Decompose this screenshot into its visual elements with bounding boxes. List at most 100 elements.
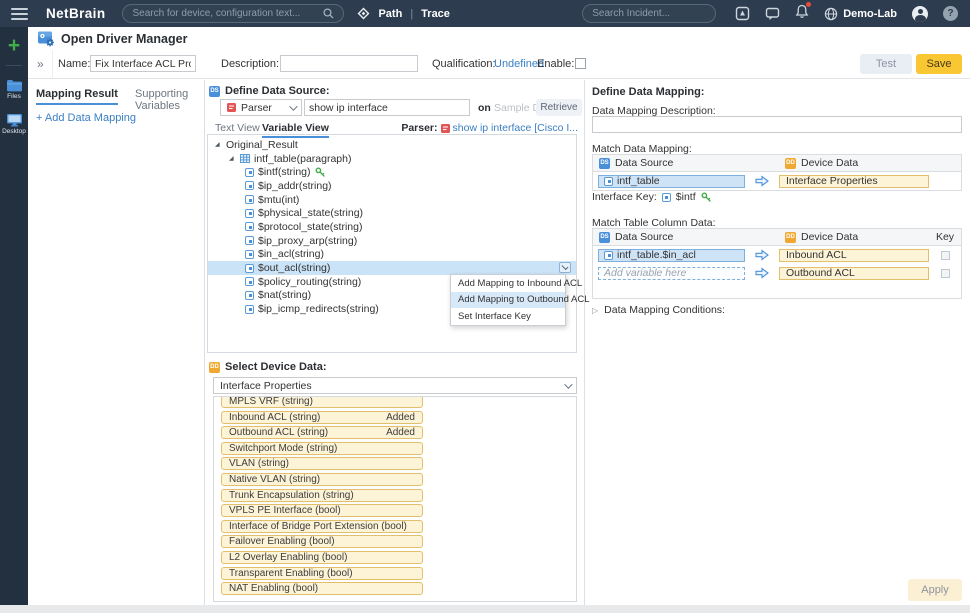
help-icon[interactable]: ?	[943, 6, 958, 21]
tree-variable-row[interactable]: $ip_addr(string)	[208, 179, 576, 193]
tenant-selector[interactable]: Demo-Lab	[824, 7, 897, 21]
device-data-item[interactable]: Trunk Encapsulation (string)	[221, 489, 423, 502]
user-avatar-icon[interactable]	[912, 6, 928, 22]
variable-icon	[245, 277, 254, 286]
map-arrow-icon	[755, 175, 769, 187]
mapping-source-cell[interactable]: intf_table	[598, 175, 745, 188]
device-data-item[interactable]: Failover Enabling (bool)	[221, 535, 423, 548]
device-data-item[interactable]: Native VLAN (string)	[221, 473, 423, 486]
device-data-item-label: Trunk Encapsulation (string)	[229, 490, 354, 501]
tree-variable-row[interactable]: $ip_proxy_arp(string)	[208, 234, 576, 248]
tree-node-root[interactable]: ◢ Original_Result	[208, 138, 576, 152]
expanded-triangle-icon[interactable]: ◢	[229, 155, 236, 162]
device-data-item[interactable]: VLAN (string)	[221, 457, 423, 470]
device-data-item[interactable]: Switchport Mode (string)	[221, 442, 423, 455]
column-header-device-data: DD Device Data	[779, 231, 929, 243]
data-mapping-conditions-toggle[interactable]: ▷ Data Mapping Conditions:	[592, 304, 725, 316]
collapse-panel-button[interactable]: »	[37, 57, 44, 71]
device-data-item[interactable]: Transparent Enabling (bool)	[221, 567, 423, 580]
source-type-dropdown[interactable]: Parser	[220, 99, 302, 116]
device-data-item[interactable]: Inbound ACL (string)Added	[221, 411, 423, 424]
parser-ref-link[interactable]: show ip interface [Cisco I...	[453, 122, 578, 134]
hamburger-menu-icon[interactable]	[11, 8, 28, 20]
mapping-target-cell[interactable]: Inbound ACL	[779, 249, 929, 262]
path-icon	[357, 7, 370, 20]
tab-text-view[interactable]: Text View	[215, 122, 260, 134]
device-data-item[interactable]: L2 Overlay Enabling (bool)	[221, 551, 423, 564]
tree-variable-row[interactable]: $protocol_state(string)	[208, 220, 576, 234]
rail-item-files[interactable]: Files	[0, 79, 28, 100]
data-source-badge-icon: DS	[209, 86, 220, 97]
variable-icon	[245, 250, 254, 259]
name-label: Name:	[58, 58, 90, 70]
tree-variable-row-selected[interactable]: $out_acl(string)	[208, 261, 576, 275]
variable-icon	[245, 291, 254, 300]
description-input[interactable]	[280, 55, 418, 72]
test-button[interactable]: Test	[860, 54, 912, 74]
chat-icon[interactable]	[765, 7, 780, 21]
device-data-category-dropdown[interactable]: Interface Properties	[213, 377, 577, 394]
variable-label: $nat(string)	[258, 289, 311, 301]
mapping-target-cell[interactable]: Outbound ACL	[779, 267, 929, 280]
name-input[interactable]	[90, 55, 196, 72]
device-data-item-label: Interface of Bridge Port Extension (bool…	[229, 521, 407, 532]
variable-label: $policy_routing(string)	[258, 276, 361, 288]
device-data-header-label: Device Data	[801, 231, 858, 243]
tree-variable-row[interactable]: $intf(string)	[208, 165, 576, 179]
tree-variable-row[interactable]: $mtu(int)	[208, 193, 576, 207]
apply-button[interactable]: Apply	[908, 579, 962, 601]
device-data-item[interactable]: MPLS VRF (string)	[221, 396, 423, 408]
parser-icon	[227, 103, 236, 112]
row-actions-dropdown-button[interactable]	[559, 262, 571, 273]
device-data-item[interactable]: Outbound ACL (string)Added	[221, 426, 423, 439]
add-data-mapping-link[interactable]: + Add Data Mapping	[36, 112, 136, 124]
add-new-button[interactable]: +	[0, 31, 28, 61]
enable-checkbox[interactable]	[575, 58, 586, 69]
path-link[interactable]: Path	[378, 8, 402, 20]
incident-search-box[interactable]	[582, 4, 716, 23]
match-table-column-data-table: DS Data Source DD Device Data Key intf_t…	[592, 228, 962, 299]
device-data-item-label: Transparent Enabling (bool)	[229, 568, 353, 579]
menu-item-add-mapping-inbound[interactable]: Add Mapping to Inbound ACL	[451, 275, 565, 292]
device-data-item[interactable]: VPLS PE Interface (bool)	[221, 504, 423, 517]
tree-variable-row[interactable]: $in_acl(string)	[208, 248, 576, 262]
key-checkbox[interactable]	[941, 251, 950, 260]
left-rail: + Files Desktop	[0, 27, 28, 605]
variable-label: $in_acl(string)	[258, 248, 324, 260]
parser-command-input[interactable]	[304, 99, 470, 116]
qualification-label: Qualification:	[432, 58, 496, 70]
device-data-badge-icon: DD	[785, 232, 796, 243]
variable-icon	[604, 251, 613, 260]
menu-item-add-mapping-outbound[interactable]: Add Mapping to Outbound ACL	[451, 292, 565, 309]
tab-mapping-result[interactable]: Mapping Result	[36, 88, 118, 105]
tree-node-table[interactable]: ◢ intf_table(paragraph)	[208, 152, 576, 166]
device-search-box[interactable]	[122, 4, 344, 23]
device-data-item[interactable]: Interface of Bridge Port Extension (bool…	[221, 520, 423, 533]
device-data-category-value: Interface Properties	[220, 380, 312, 392]
mapping-source-cell[interactable]: intf_table.$in_acl	[598, 249, 745, 262]
tree-variable-row[interactable]: $physical_state(string)	[208, 206, 576, 220]
device-data-item-label: NAT Enabling (bool)	[229, 583, 318, 594]
variable-icon	[662, 193, 671, 202]
device-data-item[interactable]: NAT Enabling (bool)	[221, 582, 423, 595]
notification-badge	[806, 2, 811, 7]
apps-icon[interactable]	[735, 6, 750, 21]
incident-search-input[interactable]	[592, 8, 724, 19]
mapping-target-cell[interactable]: Interface Properties	[779, 175, 929, 188]
key-checkbox[interactable]	[941, 269, 950, 278]
device-data-header-label: Device Data	[801, 157, 858, 169]
data-mapping-description-input[interactable]	[592, 116, 962, 133]
save-button[interactable]: Save	[916, 54, 962, 74]
retrieve-button[interactable]: Retrieve	[536, 99, 582, 116]
device-data-item-label: VPLS PE Interface (bool)	[229, 505, 341, 516]
tab-supporting-variables[interactable]: Supporting Variables	[135, 88, 204, 112]
device-data-item-status: Added	[386, 412, 415, 423]
device-search-input[interactable]	[132, 8, 317, 19]
rail-item-desktop[interactable]: Desktop	[0, 113, 28, 135]
trace-link[interactable]: Trace	[421, 8, 450, 20]
variable-label: $physical_state(string)	[258, 207, 363, 219]
expanded-triangle-icon[interactable]: ◢	[215, 141, 222, 148]
menu-item-set-interface-key[interactable]: Set Interface Key	[451, 308, 565, 325]
add-variable-placeholder-cell[interactable]: Add variable here	[598, 267, 745, 280]
driver-manager-icon	[37, 30, 55, 47]
